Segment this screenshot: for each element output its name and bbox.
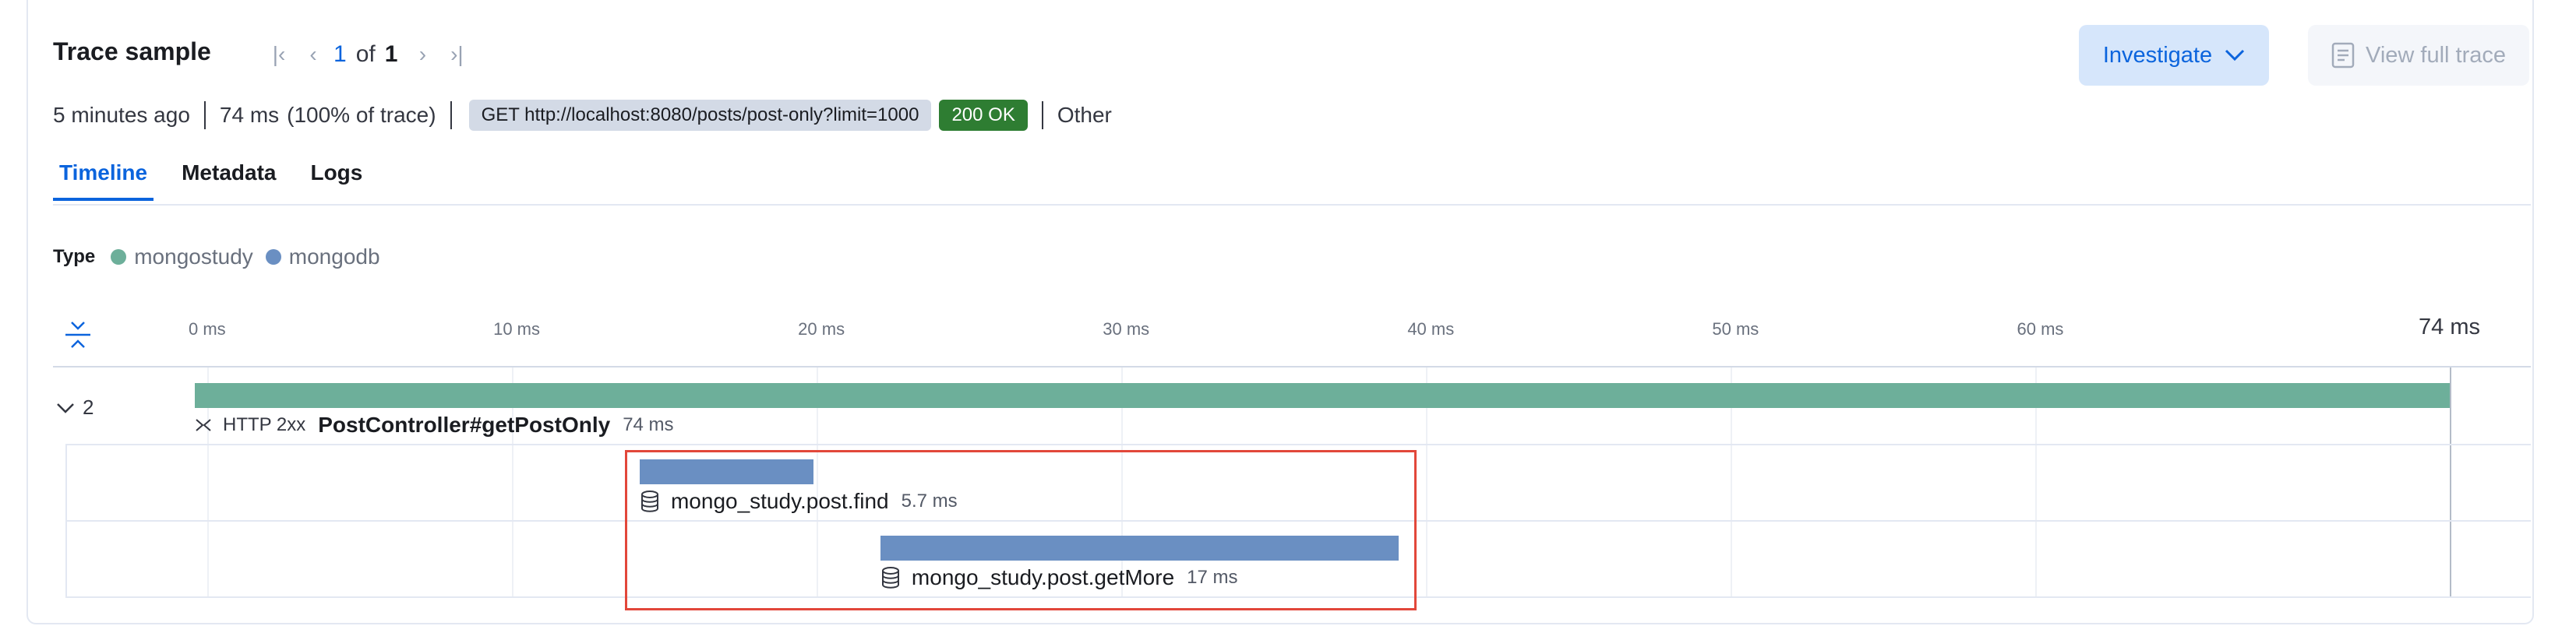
investigate-button-label: Investigate [2102, 42, 2213, 68]
selection-highlight [625, 450, 1417, 610]
span-duration: 74 ms [623, 414, 674, 435]
transaction-type: Other [1057, 103, 1112, 127]
axis-tick-label: 50 ms [1712, 319, 1759, 339]
tree-guide-line [65, 444, 67, 596]
legend-label: Type [53, 246, 96, 267]
legend-swatch [265, 249, 281, 265]
view-full-trace-label: View full trace [2366, 42, 2506, 68]
http-icon [196, 419, 211, 431]
axis-tick-label: 20 ms [798, 319, 845, 339]
row-divider [65, 444, 2531, 445]
legend-item-mongostudy: mongostudy [111, 244, 253, 269]
investigate-button[interactable]: Investigate [2079, 25, 2269, 86]
legend-item-label: mongostudy [134, 244, 253, 269]
tab-metadata[interactable]: Metadata [175, 156, 282, 201]
last-page-icon[interactable]: ›| [439, 42, 474, 67]
span-toggle[interactable]: 2 [56, 396, 94, 420]
summary-separator [450, 101, 452, 129]
trace-pager: |‹ ‹ 1 of 1 › ›| [262, 39, 474, 70]
request-url-badge: GET http://localhost:8080/posts/post-onl… [468, 100, 932, 131]
type-legend: Type mongostudy mongodb [53, 243, 393, 271]
tab-logs[interactable]: Logs [304, 156, 369, 201]
axis-tick-label: 0 ms [189, 319, 226, 339]
pager-current: 1 [333, 41, 347, 67]
axis-divider [53, 366, 2531, 367]
legend-item-label: mongodb [288, 244, 380, 269]
legend-swatch [111, 249, 127, 265]
chevron-down-icon [57, 403, 74, 413]
trace-percent: (100% of trace) [287, 103, 436, 127]
pager-of-label: of [355, 41, 376, 67]
span-label[interactable]: HTTP 2xx PostController#getPostOnly 74 m… [195, 413, 674, 438]
pager-total: 1 [384, 41, 398, 67]
next-page-icon[interactable]: › [405, 42, 439, 67]
trace-age: 5 minutes ago [53, 103, 190, 127]
trace-end-line [2450, 367, 2451, 596]
axis-end-label: 74 ms [2419, 315, 2480, 339]
tab-timeline[interactable]: Timeline [53, 156, 154, 201]
summary-separator [203, 101, 206, 129]
tab-bar: Timeline Metadata Logs [53, 156, 390, 206]
document-icon [2331, 42, 2355, 69]
legend-item-mongodb: mongodb [265, 244, 380, 269]
trace-summary: 5 minutes ago 74 ms (100% of trace) GET … [53, 100, 1112, 131]
axis-tick-label: 40 ms [1407, 319, 1455, 339]
axis-tick-label: 60 ms [2017, 319, 2064, 339]
status-badge: 200 OK [939, 100, 1028, 131]
child-count: 2 [83, 396, 94, 419]
tabs-divider [53, 204, 2531, 206]
span-bar[interactable] [195, 383, 2450, 408]
first-page-icon[interactable]: |‹ [262, 42, 296, 67]
axis-tick-label: 10 ms [493, 319, 540, 339]
chevron-down-icon [2225, 49, 2245, 62]
span-type-label: HTTP 2xx [223, 414, 306, 435]
collapse-all-icon[interactable] [62, 319, 94, 350]
summary-separator [1041, 101, 1043, 129]
previous-page-icon[interactable]: ‹ [296, 42, 330, 67]
view-full-trace-button[interactable]: View full trace [2308, 25, 2529, 86]
span-name: PostController#getPostOnly [318, 413, 611, 437]
trace-duration: 74 ms [219, 103, 280, 127]
axis-tick-label: 30 ms [1103, 319, 1150, 339]
page-title: Trace sample [53, 37, 211, 65]
